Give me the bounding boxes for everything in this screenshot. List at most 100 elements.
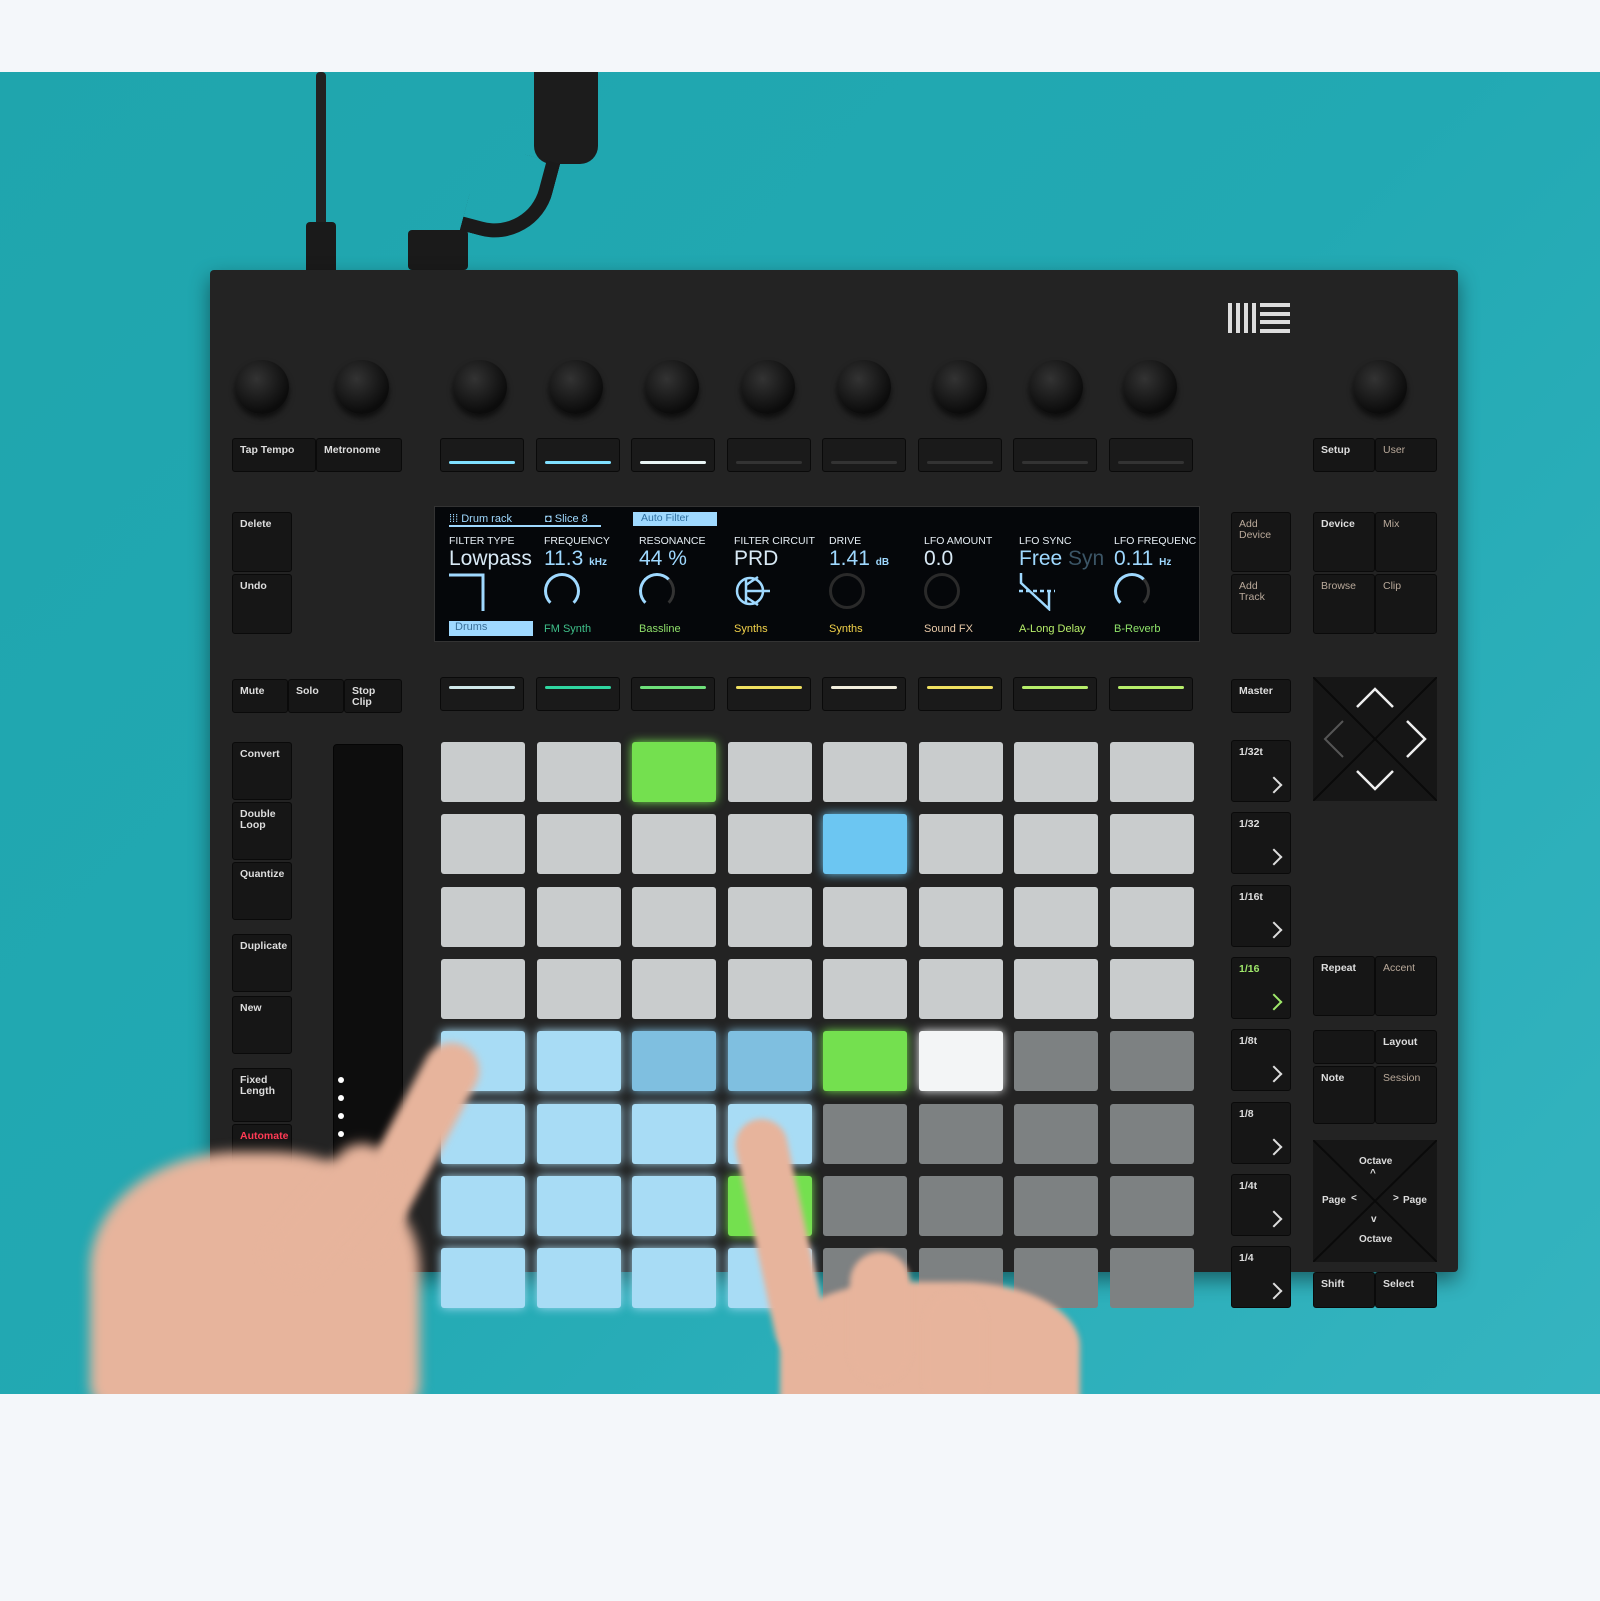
- select-button[interactable]: Select: [1375, 1272, 1437, 1308]
- track-select-top-button[interactable]: [822, 438, 906, 472]
- new-button[interactable]: New: [232, 996, 292, 1054]
- pad[interactable]: [823, 886, 907, 947]
- pad[interactable]: [536, 1248, 621, 1309]
- pad[interactable]: [632, 1248, 716, 1309]
- scene-button[interactable]: 1/16t: [1231, 884, 1291, 947]
- track-select-top-button[interactable]: [631, 438, 715, 472]
- track-select-bottom-button[interactable]: [535, 677, 620, 711]
- pad[interactable]: [536, 742, 621, 802]
- track-select-bottom-button[interactable]: [1013, 677, 1097, 711]
- pad[interactable]: [441, 958, 525, 1019]
- setup-button[interactable]: Setup: [1313, 438, 1375, 472]
- octave-up-button[interactable]: Octave: [1359, 1156, 1392, 1167]
- track-tab[interactable]: Synths: [734, 623, 768, 635]
- encoder-knob[interactable]: [645, 360, 699, 414]
- track-select-bottom-button[interactable]: [440, 677, 524, 711]
- encoder-knob[interactable]: [1353, 360, 1407, 414]
- track-tab[interactable]: Sound FX: [924, 623, 973, 635]
- metronome-button[interactable]: Metronome: [316, 438, 402, 472]
- pad[interactable]: [1109, 1103, 1194, 1164]
- track-tab[interactable]: Drums: [449, 621, 533, 636]
- pad[interactable]: [1014, 814, 1098, 875]
- track-select-bottom-button[interactable]: [631, 677, 715, 711]
- pad[interactable]: [632, 958, 716, 1019]
- scene-button[interactable]: 1/32t: [1231, 740, 1291, 802]
- pad[interactable]: [823, 1103, 907, 1164]
- encoder-knob[interactable]: [741, 360, 795, 414]
- track-select-top-button[interactable]: [440, 438, 524, 472]
- accent-button[interactable]: Accent: [1375, 956, 1437, 1016]
- track-select-top-button[interactable]: [1013, 438, 1097, 472]
- pad[interactable]: [632, 886, 716, 947]
- pad[interactable]: [632, 1103, 716, 1164]
- browse-button[interactable]: Browse: [1313, 574, 1375, 634]
- pad[interactable]: [918, 742, 1003, 802]
- layout-button[interactable]: Layout: [1375, 1030, 1437, 1064]
- encoder-knob[interactable]: [933, 360, 987, 414]
- track-tab[interactable]: FM Synth: [544, 623, 591, 635]
- pad[interactable]: [441, 886, 525, 947]
- pad[interactable]: [441, 1248, 525, 1309]
- pad[interactable]: [727, 958, 812, 1019]
- undo-button[interactable]: Undo: [232, 574, 292, 634]
- scene-button[interactable]: 1/4t: [1231, 1173, 1291, 1236]
- pad[interactable]: [1109, 1031, 1194, 1092]
- pad[interactable]: [918, 958, 1003, 1019]
- track-select-bottom-button[interactable]: [917, 677, 1002, 711]
- pad[interactable]: [441, 742, 525, 802]
- pad[interactable]: [441, 1175, 525, 1236]
- pad[interactable]: [536, 1175, 621, 1236]
- scene-button[interactable]: 1/8: [1231, 1101, 1291, 1164]
- add-track-button[interactable]: Add Track: [1231, 574, 1291, 634]
- scene-button[interactable]: 1/4: [1231, 1246, 1291, 1309]
- pad[interactable]: [1109, 958, 1194, 1019]
- scene-button[interactable]: 1/8t: [1231, 1029, 1291, 1092]
- add-device-button[interactable]: Add Device: [1231, 512, 1291, 572]
- pad[interactable]: [918, 1031, 1003, 1092]
- track-tab[interactable]: Synths: [829, 623, 863, 635]
- pad[interactable]: [918, 1175, 1003, 1236]
- pad[interactable]: [536, 814, 621, 875]
- repeat-button[interactable]: Repeat: [1313, 956, 1375, 1016]
- mix-button[interactable]: Mix: [1375, 512, 1437, 572]
- track-select-top-button[interactable]: [726, 438, 811, 472]
- track-tab[interactable]: B-Reverb: [1114, 623, 1160, 635]
- pad[interactable]: [727, 1031, 812, 1092]
- delete-button[interactable]: Delete: [232, 512, 292, 572]
- pad[interactable]: [1109, 886, 1194, 947]
- note-button[interactable]: Note: [1313, 1066, 1375, 1124]
- pad[interactable]: [1014, 958, 1098, 1019]
- encoder-knob[interactable]: [837, 360, 891, 414]
- pad[interactable]: [823, 1031, 907, 1092]
- pad[interactable]: [632, 1175, 716, 1236]
- clip-button[interactable]: Clip: [1375, 574, 1437, 634]
- pad[interactable]: [823, 1175, 907, 1236]
- encoder-knob[interactable]: [549, 360, 603, 414]
- convert-button[interactable]: Convert: [232, 742, 292, 800]
- track-select-bottom-button[interactable]: [1108, 677, 1193, 711]
- pad[interactable]: [632, 742, 716, 802]
- pad[interactable]: [441, 814, 525, 875]
- pad[interactable]: [1014, 742, 1098, 802]
- session-button[interactable]: Session: [1375, 1066, 1437, 1124]
- track-select-top-button[interactable]: [917, 438, 1002, 472]
- blank-button[interactable]: [1313, 1030, 1375, 1064]
- duplicate-button[interactable]: Duplicate: [232, 934, 292, 992]
- encoder-knob[interactable]: [1123, 360, 1177, 414]
- solo-button[interactable]: Solo: [288, 679, 344, 713]
- encoder-knob[interactable]: [335, 360, 389, 414]
- pad[interactable]: [823, 742, 907, 802]
- quantize-button[interactable]: Quantize: [232, 862, 292, 920]
- pad[interactable]: [1109, 814, 1194, 875]
- track-select-bottom-button[interactable]: [822, 677, 906, 711]
- pad[interactable]: [1014, 1175, 1098, 1236]
- mute-button[interactable]: Mute: [232, 679, 288, 713]
- master-button[interactable]: Master: [1231, 679, 1291, 713]
- track-tab[interactable]: Bassline: [639, 623, 681, 635]
- pad[interactable]: [1109, 742, 1194, 802]
- encoder-knob[interactable]: [453, 360, 507, 414]
- pad[interactable]: [1109, 1175, 1194, 1236]
- device-button[interactable]: Device: [1313, 512, 1375, 572]
- stop-clip-button[interactable]: Stop Clip: [344, 679, 402, 713]
- octave-page-pad[interactable]: Octave ^ Page < > Page v Octave: [1313, 1140, 1437, 1262]
